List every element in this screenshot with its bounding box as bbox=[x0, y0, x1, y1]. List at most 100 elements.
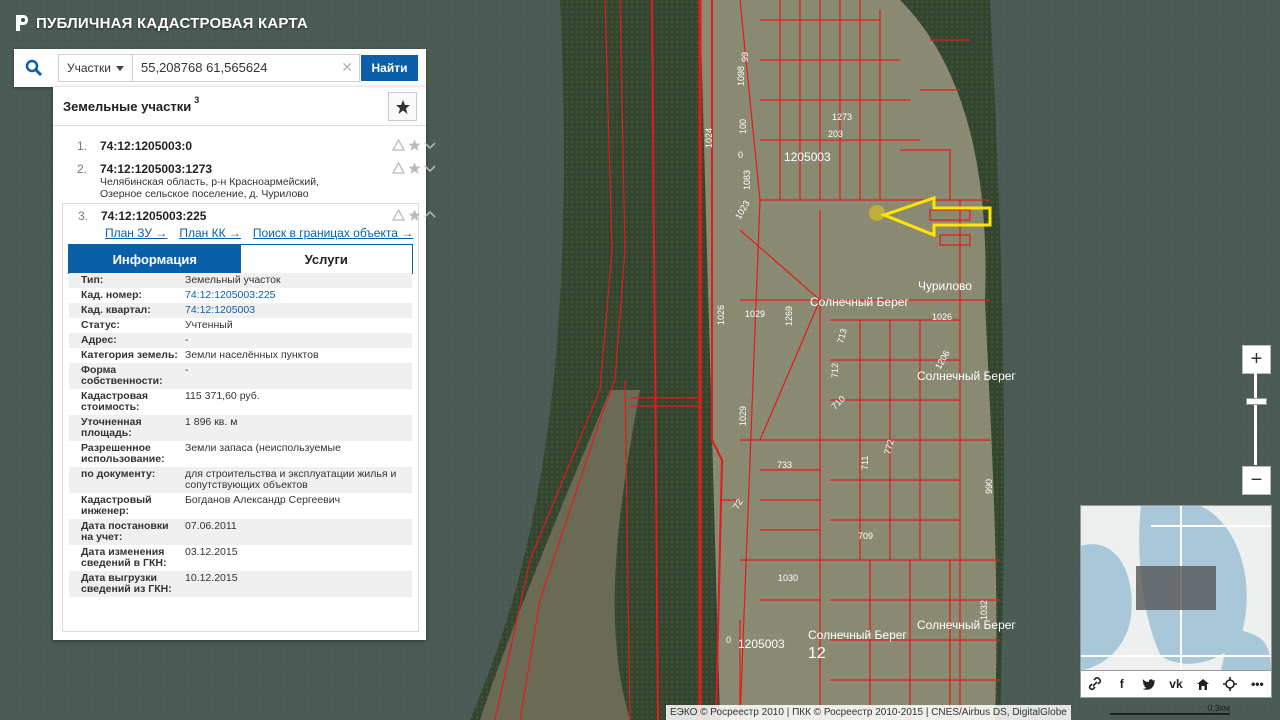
warning-icon[interactable] bbox=[392, 162, 405, 174]
info-value: Учтенный bbox=[185, 319, 233, 331]
facebook-icon[interactable]: f bbox=[1111, 673, 1133, 695]
info-value: 03.12.2015 bbox=[185, 546, 238, 558]
info-label: Адрес: bbox=[81, 334, 117, 346]
parcel-number-label: 1026 bbox=[932, 312, 952, 322]
parcel-number-label: 990 bbox=[984, 479, 994, 494]
parcel-number-label: 1083 bbox=[742, 170, 752, 190]
result-number: 3. bbox=[78, 209, 89, 223]
warning-icon[interactable] bbox=[392, 209, 405, 221]
info-row: Дата изменения сведений в ГКН: 03.12.2015 bbox=[69, 545, 412, 571]
zoom-slider-handle[interactable] bbox=[1246, 398, 1267, 405]
info-row: Кад. номер: 74:12:1205003:225 bbox=[69, 288, 412, 303]
result-cad-number: 74:12:1205003:225 bbox=[101, 209, 207, 223]
search-input[interactable] bbox=[133, 55, 349, 79]
result-actions bbox=[392, 209, 436, 221]
app-title: ПУБЛИЧНАЯ КАДАСТРОВАЯ КАРТА bbox=[36, 14, 308, 32]
parcel-number-label: 1098 bbox=[736, 66, 746, 86]
result-address: Озерное сельское поселение, д. Чурилово bbox=[100, 188, 309, 200]
list-item[interactable]: 3. 74:12:1205003:225 bbox=[54, 209, 442, 223]
info-value-link[interactable]: 74:12:1205003 bbox=[181, 303, 412, 318]
panel-title: Земельные участки bbox=[63, 98, 192, 114]
info-value: - bbox=[185, 364, 189, 376]
result-number: 2. bbox=[77, 162, 88, 176]
vk-icon[interactable]: vk bbox=[1165, 673, 1187, 695]
info-value: для строительства и эксплуатации жилья и… bbox=[185, 468, 397, 491]
list-item[interactable]: 1. 74:12:1205003:0 bbox=[53, 139, 450, 153]
zoom-out-button[interactable]: − bbox=[1242, 466, 1271, 495]
parcel-number-label: 0 bbox=[726, 635, 731, 645]
search-button[interactable]: Найти bbox=[361, 55, 418, 81]
search-bar: Участки ✕ Найти bbox=[14, 49, 426, 87]
home-icon[interactable] bbox=[1192, 673, 1214, 695]
list-item[interactable]: 2. 74:12:1205003:1273 Челябинская област… bbox=[53, 162, 450, 200]
parcel-number-label: 203 bbox=[828, 129, 843, 139]
parcel-number-label: 99 bbox=[740, 52, 750, 62]
plan-kk-link[interactable]: План КК → bbox=[179, 226, 241, 240]
search-icon[interactable] bbox=[14, 49, 54, 87]
chevron-up-icon[interactable] bbox=[424, 209, 436, 221]
tab-information[interactable]: Информация bbox=[69, 245, 241, 273]
panel-header: Земельные участки 3 bbox=[53, 87, 426, 126]
overview-minimap[interactable] bbox=[1080, 505, 1272, 671]
star-icon[interactable] bbox=[408, 209, 421, 221]
parcel-number-label: 1029 bbox=[738, 406, 748, 426]
info-row: Форма собственности: - bbox=[69, 363, 412, 389]
chevron-down-icon[interactable] bbox=[424, 162, 436, 174]
info-value: Земли населённых пунктов bbox=[185, 349, 319, 361]
rosreestr-logo-icon bbox=[16, 15, 28, 31]
zoom-in-button[interactable]: + bbox=[1242, 345, 1271, 374]
info-value: 10.12.2015 bbox=[185, 572, 238, 584]
info-row: Уточненная площадь: 1 896 кв. м bbox=[69, 415, 412, 441]
info-value: Богданов Александр Сергеевич bbox=[185, 494, 341, 506]
twitter-icon[interactable] bbox=[1138, 673, 1160, 695]
clear-icon[interactable]: ✕ bbox=[341, 59, 353, 76]
map-label-solnechny-bereg: Солнечный Берег bbox=[917, 369, 1016, 383]
search-input-wrap: ✕ bbox=[133, 54, 360, 82]
parcel-number-label: 1273 bbox=[832, 112, 852, 122]
info-label: Кадастровая стоимость: bbox=[81, 390, 148, 413]
search-type-select[interactable]: Участки bbox=[58, 54, 133, 82]
parcel-number-label: 0 bbox=[738, 150, 743, 160]
star-icon[interactable] bbox=[408, 162, 421, 174]
info-label: по документу: bbox=[81, 468, 156, 480]
map-label-solnechny-bereg: Солнечный Берег bbox=[917, 618, 1016, 632]
info-row: Кадастровый инженер: Богданов Александр С… bbox=[69, 493, 412, 519]
info-label: Дата изменения сведений в ГКН: bbox=[81, 546, 167, 569]
info-row: по документу: для строительства и эксплуа… bbox=[69, 467, 412, 493]
tab-services[interactable]: Услуги bbox=[240, 245, 412, 273]
chevron-down-icon[interactable] bbox=[424, 139, 436, 151]
map-label-churilovo: Чурилово bbox=[918, 279, 972, 293]
link-icon[interactable] bbox=[1084, 673, 1106, 695]
info-row: Разрешенное использование: Земли запаса (… bbox=[69, 441, 412, 467]
info-label: Дата выгрузки сведений из ГКН: bbox=[81, 572, 172, 595]
scale-label: 0,3км bbox=[1207, 703, 1230, 713]
locate-icon[interactable] bbox=[1219, 673, 1241, 695]
parcel-number-label: 1024 bbox=[704, 128, 714, 148]
favorites-button[interactable] bbox=[388, 92, 417, 121]
chevron-down-icon bbox=[116, 65, 124, 71]
info-value: - bbox=[185, 334, 189, 346]
more-icon[interactable]: ••• bbox=[1246, 673, 1268, 695]
info-label: Кадастровый инженер: bbox=[81, 494, 152, 517]
parcel-number-label: 709 bbox=[858, 531, 873, 541]
star-icon[interactable] bbox=[408, 139, 421, 151]
info-label: Кад. номер: bbox=[81, 289, 143, 301]
info-value-link[interactable]: 74:12:1205003:225 bbox=[181, 288, 412, 303]
scale-bar: 0,3км bbox=[1110, 703, 1230, 717]
info-tabs: Информация Услуги bbox=[68, 244, 413, 274]
info-label: Разрешенное использование: bbox=[81, 442, 165, 465]
parcel-number-label: 1032 bbox=[979, 600, 989, 620]
result-actions bbox=[392, 139, 436, 151]
plan-zu-link[interactable]: План ЗУ → bbox=[105, 226, 167, 240]
parcel-number-label: 1029 bbox=[745, 309, 765, 319]
result-number: 1. bbox=[77, 139, 88, 153]
search-in-bounds-link[interactable]: Поиск в границах объекта → bbox=[253, 226, 413, 240]
zoom-slider-track[interactable] bbox=[1254, 373, 1257, 465]
warning-icon[interactable] bbox=[392, 139, 405, 151]
selected-parcel-marker bbox=[869, 205, 885, 221]
plan-links: План ЗУ → План КК → Поиск в границах объ… bbox=[105, 226, 413, 240]
expanded-result: 3. 74:12:1205003:225 План ЗУ → План КК →… bbox=[62, 203, 436, 632]
info-label: Дата постановки на учет: bbox=[81, 520, 169, 543]
minimap-viewport[interactable] bbox=[1136, 566, 1216, 610]
info-row: Кад. квартал: 74:12:1205003 bbox=[69, 303, 412, 318]
